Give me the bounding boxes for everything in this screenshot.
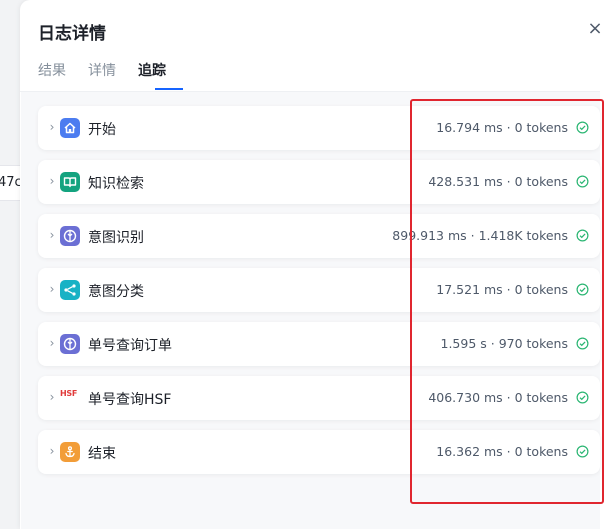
chevron-right-icon[interactable]: › bbox=[47, 390, 57, 404]
trace-node-list: › 开始 16.794 ms · 0 tokens › 知识检索 428.531… bbox=[21, 92, 600, 529]
branch-icon bbox=[60, 280, 80, 300]
log-detail-drawer: 日志详情 × 结果 详情 追踪 › 开始 16.794 ms · 0 token… bbox=[20, 0, 614, 529]
trace-node-knowledge-retrieval[interactable]: › 知识检索 428.531 ms · 0 tokens bbox=[38, 160, 600, 204]
node-name: 知识检索 bbox=[88, 176, 144, 192]
trace-node-intent-classification[interactable]: › 意图分类 17.521 ms · 0 tokens bbox=[38, 268, 600, 312]
node-metric: 17.521 ms · 0 tokens bbox=[436, 282, 568, 297]
node-name: 结束 bbox=[88, 446, 116, 462]
success-check-icon bbox=[576, 121, 589, 134]
node-name: 开始 bbox=[88, 122, 116, 138]
node-metric: 16.794 ms · 0 tokens bbox=[436, 120, 568, 135]
node-metric: 406.730 ms · 0 tokens bbox=[428, 390, 568, 405]
chevron-right-icon[interactable]: › bbox=[47, 174, 57, 188]
trace-node-start[interactable]: › 开始 16.794 ms · 0 tokens bbox=[38, 106, 600, 150]
anchor-icon bbox=[60, 442, 80, 462]
node-metric: 1.595 s · 970 tokens bbox=[440, 336, 569, 351]
node-metric: 428.531 ms · 0 tokens bbox=[428, 174, 568, 189]
chevron-right-icon[interactable]: › bbox=[47, 336, 57, 350]
model-icon bbox=[60, 334, 80, 354]
success-check-icon bbox=[576, 391, 589, 404]
trace-node-hsf-query[interactable]: › HSF 单号查询HSF 406.730 ms · 0 tokens bbox=[38, 376, 600, 420]
node-metric: 899.913 ms · 1.418K tokens bbox=[392, 228, 568, 243]
node-name: 意图分类 bbox=[88, 284, 144, 300]
home-icon bbox=[60, 118, 80, 138]
trace-node-end[interactable]: › 结束 16.362 ms · 0 tokens bbox=[38, 430, 600, 474]
node-name: 单号查询订单 bbox=[88, 338, 172, 354]
tab-details[interactable]: 详情 bbox=[88, 60, 116, 80]
chevron-right-icon[interactable]: › bbox=[47, 120, 57, 134]
success-check-icon bbox=[576, 283, 589, 296]
node-metric: 16.362 ms · 0 tokens bbox=[436, 444, 568, 459]
success-check-icon bbox=[576, 175, 589, 188]
success-check-icon bbox=[576, 445, 589, 458]
drawer-title: 日志详情 bbox=[38, 24, 106, 44]
book-icon bbox=[60, 172, 80, 192]
success-check-icon bbox=[576, 337, 589, 350]
trace-node-order-query[interactable]: › 单号查询订单 1.595 s · 970 tokens bbox=[38, 322, 600, 366]
chevron-right-icon[interactable]: › bbox=[47, 228, 57, 242]
tab-result[interactable]: 结果 bbox=[38, 60, 66, 80]
trace-node-intent-recognition[interactable]: › 意图识别 899.913 ms · 1.418K tokens bbox=[38, 214, 600, 258]
tab-trace[interactable]: 追踪 bbox=[138, 60, 166, 80]
model-icon bbox=[60, 226, 80, 246]
node-name: 意图识别 bbox=[88, 230, 144, 246]
close-icon[interactable]: × bbox=[586, 20, 604, 38]
active-tab-indicator bbox=[155, 88, 183, 90]
tab-bar: 结果 详情 追踪 bbox=[38, 56, 613, 90]
node-name: 单号查询HSF bbox=[88, 392, 172, 408]
chevron-right-icon[interactable]: › bbox=[47, 282, 57, 296]
chevron-right-icon[interactable]: › bbox=[47, 444, 57, 458]
success-check-icon bbox=[576, 229, 589, 242]
hsf-logo-icon: HSF bbox=[60, 389, 78, 398]
